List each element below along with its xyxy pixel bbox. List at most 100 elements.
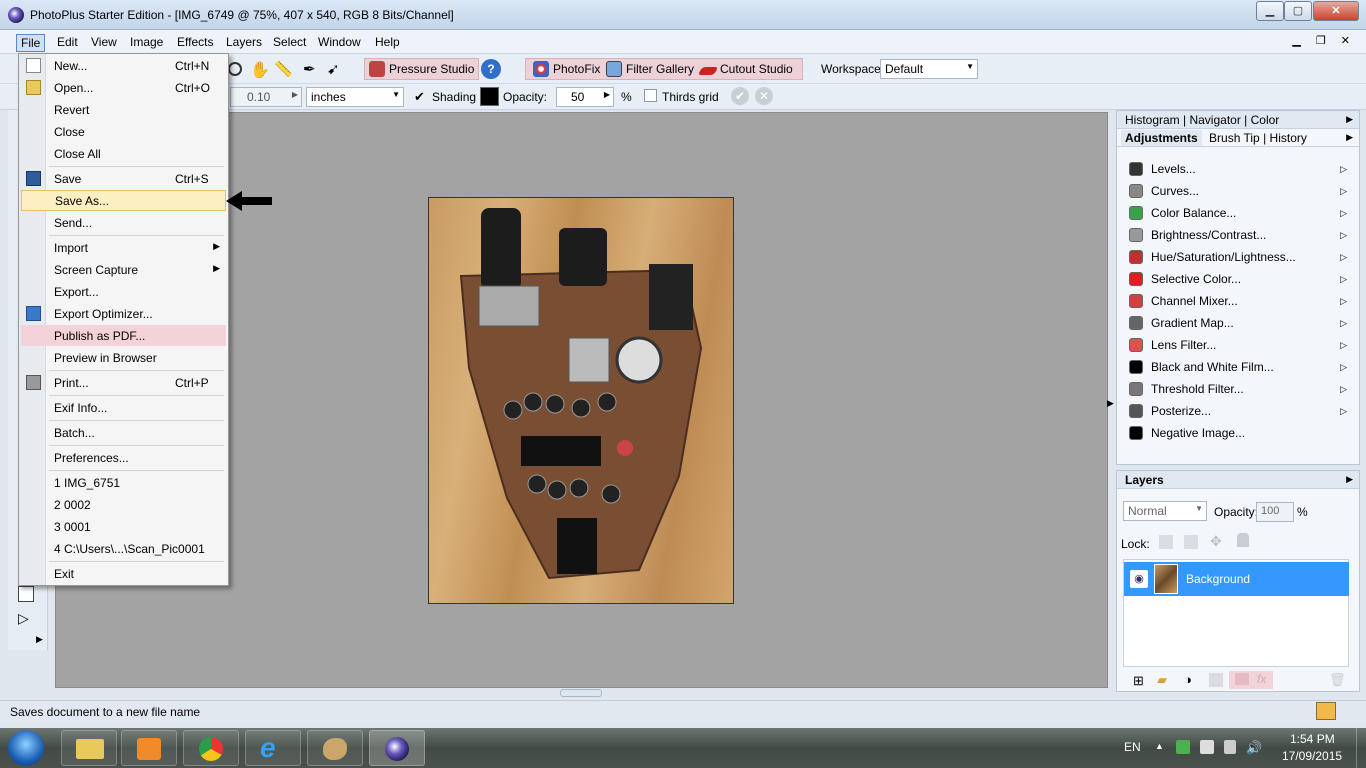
commit-icon[interactable]: ✔ <box>731 87 749 105</box>
fx-icon[interactable]: fx <box>1257 672 1266 686</box>
pressure-studio-button[interactable]: Pressure Studio <box>364 58 480 80</box>
menu-effects[interactable]: Effects <box>173 34 217 50</box>
panel-menu-icon[interactable]: ▶ <box>1346 132 1353 143</box>
expand-arrow-icon[interactable]: ▷ <box>1340 164 1347 175</box>
blend-mode-select[interactable]: Normal ▼ <box>1123 501 1207 521</box>
resize-icon[interactable] <box>1316 702 1336 720</box>
ruler-icon[interactable]: 📏 <box>274 60 293 78</box>
menu-item-recent-3[interactable]: 3 0001 <box>21 516 226 537</box>
menu-item-exif-info[interactable]: Exif Info... <box>21 397 226 418</box>
menu-item-import[interactable]: Import ▶ <box>21 237 226 258</box>
panel-menu-icon[interactable]: ▶ <box>1346 114 1353 125</box>
adjustment-item[interactable]: Threshold Filter... ▷ <box>1129 379 1349 399</box>
expand-arrow-icon[interactable]: ▷ <box>1340 340 1347 351</box>
lock-position-icon[interactable]: ✥ <box>1210 533 1222 550</box>
adjustment-item[interactable]: Gradient Map... ▷ <box>1129 313 1349 333</box>
document-window-controls[interactable]: ▁ ❐ ✕ <box>1292 34 1356 47</box>
expand-arrow-icon[interactable]: ▷ <box>1340 318 1347 329</box>
add-layer-icon[interactable]: ⊞ <box>1133 673 1144 689</box>
media-player-taskbar-icon[interactable] <box>121 730 177 766</box>
internet-explorer-taskbar-icon[interactable]: e <box>245 730 301 766</box>
menu-image[interactable]: Image <box>126 34 167 50</box>
tab-adjustments[interactable]: Adjustments <box>1121 130 1202 146</box>
menu-item-close-all[interactable]: Close All <box>21 143 226 164</box>
layer-row-background[interactable]: ◉ Background <box>1124 562 1349 596</box>
clock-date[interactable]: 17/09/2015 <box>1282 749 1342 763</box>
menu-item-send[interactable]: Send... <box>21 212 226 233</box>
layer-style-icon[interactable] <box>1235 673 1249 685</box>
filter-gallery-button[interactable]: Filter Gallery <box>601 58 699 80</box>
expand-arrow-icon[interactable]: ▷ <box>1340 296 1347 307</box>
menu-edit[interactable]: Edit <box>53 34 82 50</box>
photoplus-taskbar-icon[interactable] <box>369 730 425 766</box>
lock-pixels-icon[interactable] <box>1184 535 1198 549</box>
expand-arrow-icon[interactable]: ▷ <box>1340 274 1347 285</box>
adjustment-item[interactable]: Hue/Saturation/Lightness... ▷ <box>1129 247 1349 267</box>
menu-item-save[interactable]: Save Ctrl+S <box>21 168 226 189</box>
delete-icon[interactable]: 🗑 <box>1329 672 1346 688</box>
menu-item-screen-capture[interactable]: Screen Capture ▶ <box>21 259 226 280</box>
expand-icon[interactable]: ▶ <box>36 634 43 645</box>
adjustment-item[interactable]: Black and White Film... ▷ <box>1129 357 1349 377</box>
show-desktop-button[interactable] <box>1356 728 1366 768</box>
pointer-tool-icon[interactable]: ▷ <box>18 610 29 627</box>
expand-arrow-icon[interactable]: ▷ <box>1340 362 1347 373</box>
menu-help[interactable]: Help <box>371 34 404 50</box>
layer-opacity-spinner[interactable]: 100 <box>1256 502 1294 522</box>
shading-color-swatch[interactable] <box>480 87 499 106</box>
menu-item-open[interactable]: Open... Ctrl+O <box>21 77 226 98</box>
tab-brush-tip[interactable]: Brush Tip <box>1209 131 1260 145</box>
adjustment-item[interactable]: Levels... ▷ <box>1129 159 1349 179</box>
size-spinner[interactable]: 0.10 ▶ <box>230 87 302 107</box>
menu-item-export-optimizer[interactable]: Export Optimizer... <box>21 303 226 324</box>
units-select[interactable]: inches ▼ <box>306 87 404 107</box>
rectangle-shape-icon[interactable] <box>18 586 34 602</box>
histogram-navigator-color-tabs[interactable]: Histogram | Navigator | Color ▶ <box>1117 111 1359 129</box>
adjustment-item[interactable]: Posterize... ▷ <box>1129 401 1349 421</box>
adjustment-item[interactable]: Selective Color... ▷ <box>1129 269 1349 289</box>
menu-window[interactable]: Window <box>314 34 365 50</box>
adjustment-item[interactable]: Curves... ▷ <box>1129 181 1349 201</box>
menu-item-recent-2[interactable]: 2 0002 <box>21 494 226 515</box>
help-icon[interactable]: ? <box>481 59 501 79</box>
eye-icon[interactable]: ◉ <box>1130 570 1148 588</box>
start-button[interactable] <box>8 730 44 766</box>
menu-item-new[interactable]: New... Ctrl+N <box>21 55 226 76</box>
network-icon[interactable] <box>1200 740 1214 754</box>
panel-menu-icon[interactable]: ▶ <box>1346 474 1353 485</box>
chrome-taskbar-icon[interactable] <box>183 730 239 766</box>
expand-arrow-icon[interactable]: ▷ <box>1340 208 1347 219</box>
lock-transparency-icon[interactable] <box>1159 535 1173 549</box>
volume-icon[interactable]: 🔊 <box>1246 740 1262 756</box>
panel-toggle-icon[interactable]: ▶ <box>1107 398 1114 409</box>
menu-item-recent-4[interactable]: 4 C:\Users\...\Scan_Pic0001 <box>21 538 226 559</box>
opacity-spinner[interactable]: 50 ▶ <box>556 87 614 107</box>
expand-arrow-icon[interactable]: ▷ <box>1340 384 1347 395</box>
paint-taskbar-icon[interactable] <box>307 730 363 766</box>
menu-item-preview-browser[interactable]: Preview in Browser <box>21 347 226 368</box>
adjustment-item[interactable]: Brightness/Contrast... ▷ <box>1129 225 1349 245</box>
menu-layers[interactable]: Layers <box>222 34 266 50</box>
mask-icon[interactable] <box>1209 673 1223 687</box>
shading-checkbox[interactable]: ✔ <box>414 89 425 105</box>
battery-icon[interactable] <box>1224 740 1236 754</box>
menu-item-export[interactable]: Export... <box>21 281 226 302</box>
menu-item-batch[interactable]: Batch... <box>21 422 226 443</box>
maximize-button[interactable]: ▢ <box>1284 1 1312 21</box>
thirds-grid-checkbox[interactable] <box>644 89 657 102</box>
menu-view[interactable]: View <box>87 34 121 50</box>
adjustment-item[interactable]: Negative Image... <box>1129 423 1349 443</box>
minimize-button[interactable]: ▁ <box>1256 1 1284 21</box>
menu-item-preferences[interactable]: Preferences... <box>21 447 226 468</box>
clock-time[interactable]: 1:54 PM <box>1290 732 1335 746</box>
document-image[interactable] <box>428 197 734 604</box>
language-indicator[interactable]: EN <box>1124 740 1141 754</box>
workspace-select[interactable]: Default ▼ <box>880 59 978 79</box>
menu-item-close[interactable]: Close <box>21 121 226 142</box>
panel-collapse-handle[interactable] <box>560 689 602 697</box>
menu-select[interactable]: Select <box>269 34 310 50</box>
folder-icon[interactable]: ▰ <box>1157 672 1167 688</box>
tray-expand-icon[interactable]: ▲ <box>1155 741 1164 751</box>
hand-icon[interactable]: ✋ <box>250 60 270 80</box>
close-button[interactable]: ✕ <box>1313 1 1359 21</box>
